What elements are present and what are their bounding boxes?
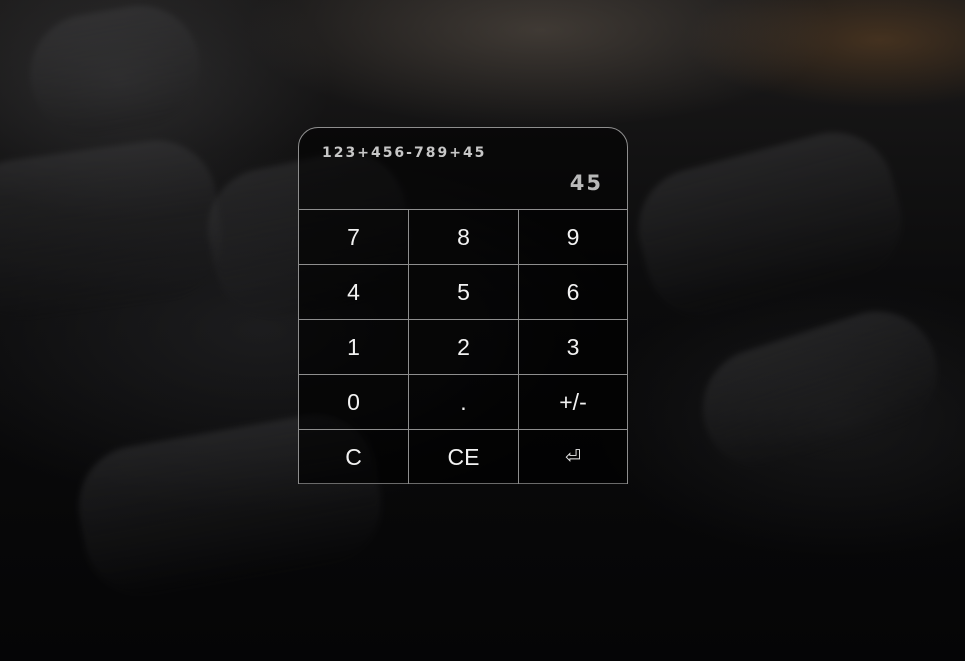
calculator: 123+456-789+45 45 7 8 9 4 5 6 1 2 3 0 . … (298, 127, 628, 484)
key-9[interactable]: 9 (519, 210, 627, 265)
enter-button[interactable]: ⏎ (519, 430, 627, 484)
key-4[interactable]: 4 (299, 265, 409, 320)
expression-display: 123+456-789+45 (322, 145, 487, 161)
key-decimal[interactable]: . (409, 375, 519, 430)
key-7[interactable]: 7 (299, 210, 409, 265)
key-0[interactable]: 0 (299, 375, 409, 430)
key-8[interactable]: 8 (409, 210, 519, 265)
key-6[interactable]: 6 (519, 265, 627, 320)
key-plus-minus[interactable]: +/- (519, 375, 627, 430)
key-clear-entry[interactable]: CE (409, 430, 519, 484)
key-1[interactable]: 1 (299, 320, 409, 375)
enter-return-icon: ⏎ (565, 446, 581, 468)
key-3[interactable]: 3 (519, 320, 627, 375)
result-display: 45 (569, 171, 603, 195)
key-clear[interactable]: C (299, 430, 409, 484)
calculator-display: 123+456-789+45 45 (299, 128, 627, 210)
key-2[interactable]: 2 (409, 320, 519, 375)
keypad: 7 8 9 4 5 6 1 2 3 0 . +/- C CE ⏎ (299, 210, 627, 484)
key-5[interactable]: 5 (409, 265, 519, 320)
